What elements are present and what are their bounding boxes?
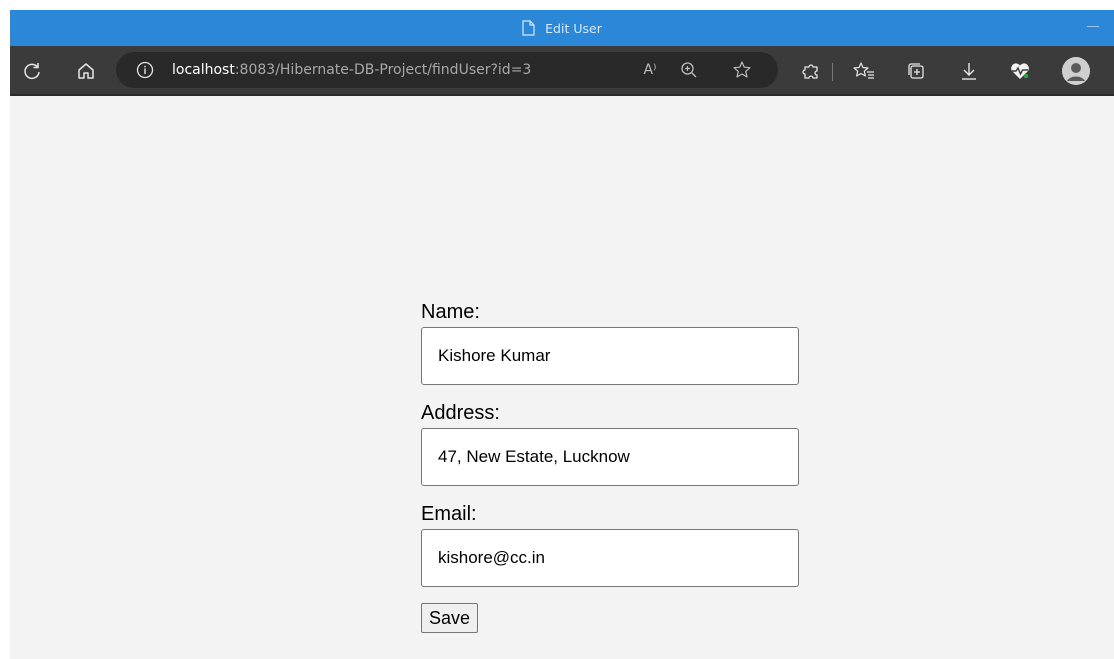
edit-user-form: Name: Address: Email: Save	[421, 300, 801, 633]
browser-essentials-button[interactable]	[1006, 57, 1034, 85]
site-info-icon[interactable]	[136, 61, 154, 79]
window-title: Edit User	[545, 20, 602, 36]
read-aloud-icon[interactable]: A⁾	[638, 60, 662, 80]
favorites-button[interactable]	[850, 57, 878, 85]
window-title-group: Edit User	[10, 10, 1114, 46]
heart-pulse-icon	[1011, 63, 1029, 79]
minimize-button[interactable]	[1086, 20, 1100, 34]
email-input[interactable]	[421, 529, 799, 587]
profile-avatar[interactable]	[1062, 57, 1090, 85]
address-label: Address:	[421, 402, 500, 424]
save-button[interactable]: Save	[421, 603, 479, 633]
download-icon	[962, 63, 976, 80]
extensions-puzzle-icon	[802, 64, 818, 79]
title-bar: Edit User	[10, 10, 1114, 46]
url-host: localhost	[172, 62, 235, 78]
user-avatar-icon	[1062, 57, 1090, 85]
refresh-icon	[24, 63, 40, 80]
favorites-list-icon	[853, 62, 874, 79]
address-input[interactable]	[421, 428, 799, 486]
home-icon	[78, 63, 94, 79]
document-icon	[522, 20, 535, 36]
toolbar-divider	[832, 63, 833, 81]
home-button[interactable]	[72, 57, 100, 85]
downloads-button[interactable]	[955, 57, 983, 85]
browser-toolbar: localhost:8083/Hibernate-DB-Project/find…	[10, 46, 1114, 96]
read-aloud-label: A⁾	[643, 62, 657, 78]
browser-window: Edit User localhost:8083/Hibernate-DB-Pr…	[10, 10, 1114, 659]
url-text[interactable]: localhost:8083/Hibernate-DB-Project/find…	[172, 52, 531, 88]
url-path: :8083/Hibernate-DB-Project/findUser?id=3	[234, 62, 532, 78]
page-content: Name: Address: Email: Save	[10, 96, 1114, 659]
collections-icon	[908, 63, 924, 79]
address-bar[interactable]: localhost:8083/Hibernate-DB-Project/find…	[116, 52, 778, 88]
favorite-star-icon[interactable]	[732, 60, 752, 80]
name-label: Name:	[421, 301, 480, 323]
collections-button[interactable]	[902, 57, 930, 85]
zoom-icon[interactable]	[679, 60, 699, 80]
email-label: Email:	[421, 503, 477, 525]
name-input[interactable]	[421, 327, 799, 385]
refresh-button[interactable]	[18, 57, 46, 85]
extensions-button[interactable]	[797, 57, 825, 85]
